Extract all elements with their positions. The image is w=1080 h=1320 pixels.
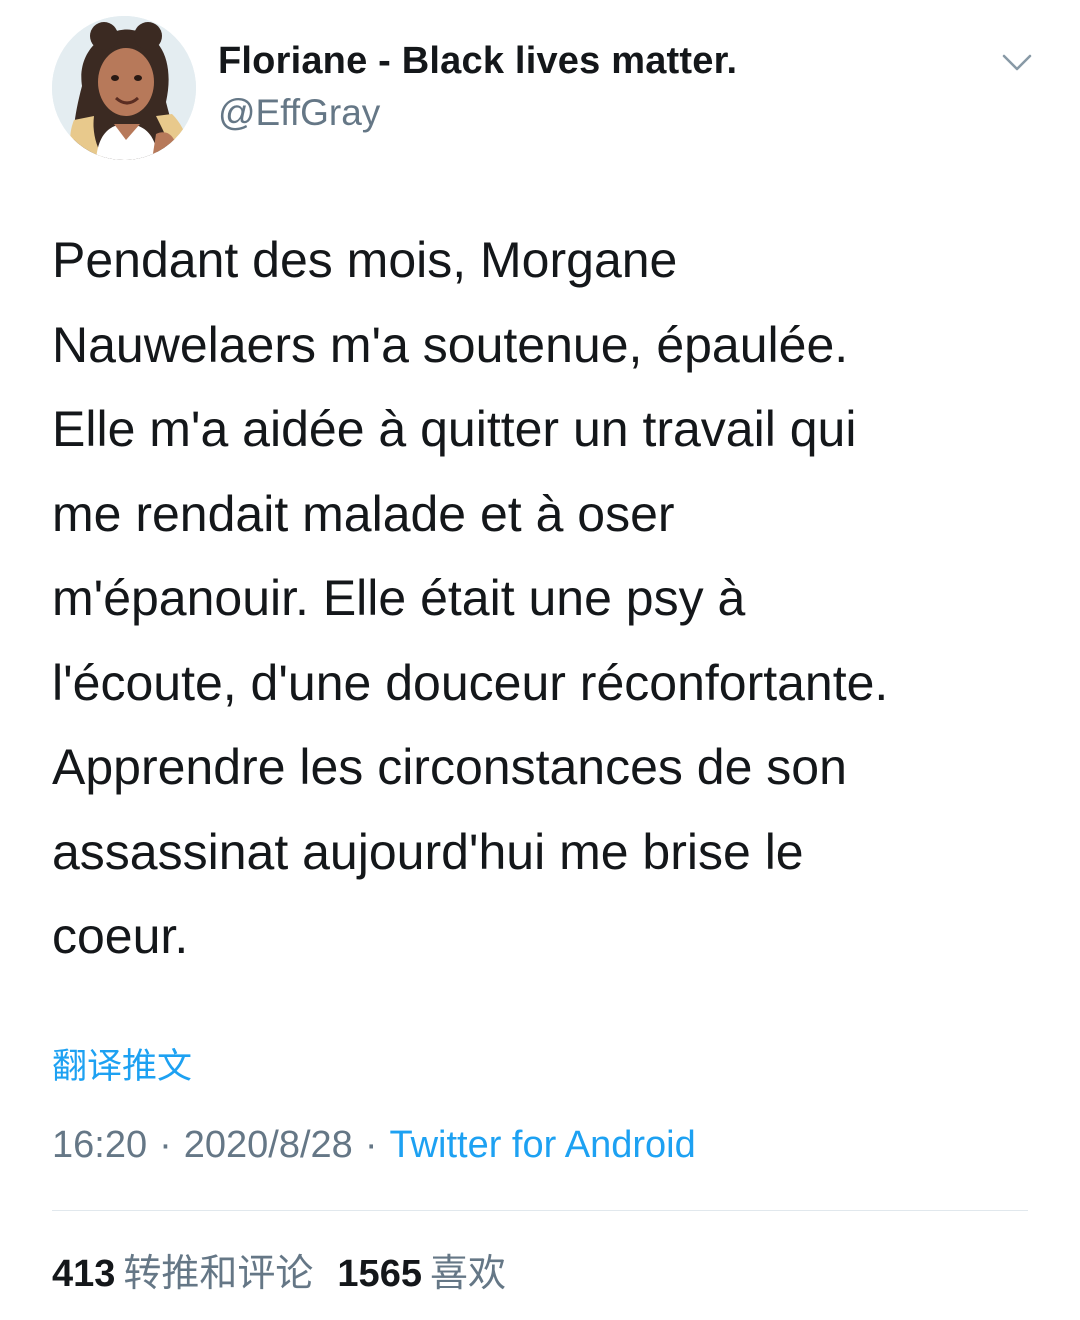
retweets-count: 413: [52, 1253, 116, 1295]
tweet-text-line: l'écoute, d'une douceur réconfortante.: [52, 654, 889, 711]
likes-label: 喜欢: [429, 1253, 506, 1295]
tweet-text-line: me rendait malade et à oser: [52, 485, 675, 542]
user-handle[interactable]: @EffGray: [218, 92, 380, 134]
display-name[interactable]: Floriane - Black lives matter.: [218, 40, 737, 83]
tweet-text-line: Nauwelaers m'a soutenue, épaulée.: [52, 316, 849, 373]
likes-count: 1565: [337, 1253, 422, 1295]
tweet-text-line: Apprendre les circonstances de son: [52, 739, 847, 795]
likes-stat[interactable]: 1565 喜欢: [337, 1253, 506, 1295]
tweet-text-line: Pendant des mois, Morgane: [52, 232, 678, 288]
tweet-metadata: 16:20 · 2020/8/28 · Twitter for Android: [52, 1124, 696, 1167]
meta-separator: ·: [159, 1124, 172, 1166]
divider: [52, 1210, 1028, 1211]
tweet-source-link[interactable]: Twitter for Android: [389, 1124, 695, 1166]
retweets-stat[interactable]: 413 转推和评论: [52, 1253, 313, 1295]
avatar-illustration: [52, 16, 196, 160]
tweet-text-line: Elle m'a aidée à quitter un travail qui: [52, 401, 857, 457]
tweet-stats: 413 转推和评论 1565 喜欢: [52, 1242, 506, 1297]
tweet-text: Pendant des mois, Morgane Nauwelaers m'a…: [52, 218, 1042, 979]
meta-separator: ·: [364, 1124, 378, 1166]
tweet-time: 16:20: [52, 1124, 148, 1166]
tweet-text-line: assassinat aujourd'hui me brise le: [52, 823, 804, 880]
tweet-date: 2020/8/28: [183, 1124, 353, 1166]
chevron-down-icon[interactable]: [1000, 48, 1034, 76]
translate-tweet-link[interactable]: 翻译推文: [52, 1038, 192, 1089]
tweet-text-line: coeur.: [52, 908, 189, 964]
retweets-label: 转推和评论: [123, 1253, 314, 1295]
user-avatar[interactable]: [52, 16, 196, 160]
tweet-card: Floriane - Black lives matter. @EffGray …: [0, 0, 1080, 1320]
tweet-text-line: m'épanouir. Elle était une psy à: [52, 570, 746, 626]
